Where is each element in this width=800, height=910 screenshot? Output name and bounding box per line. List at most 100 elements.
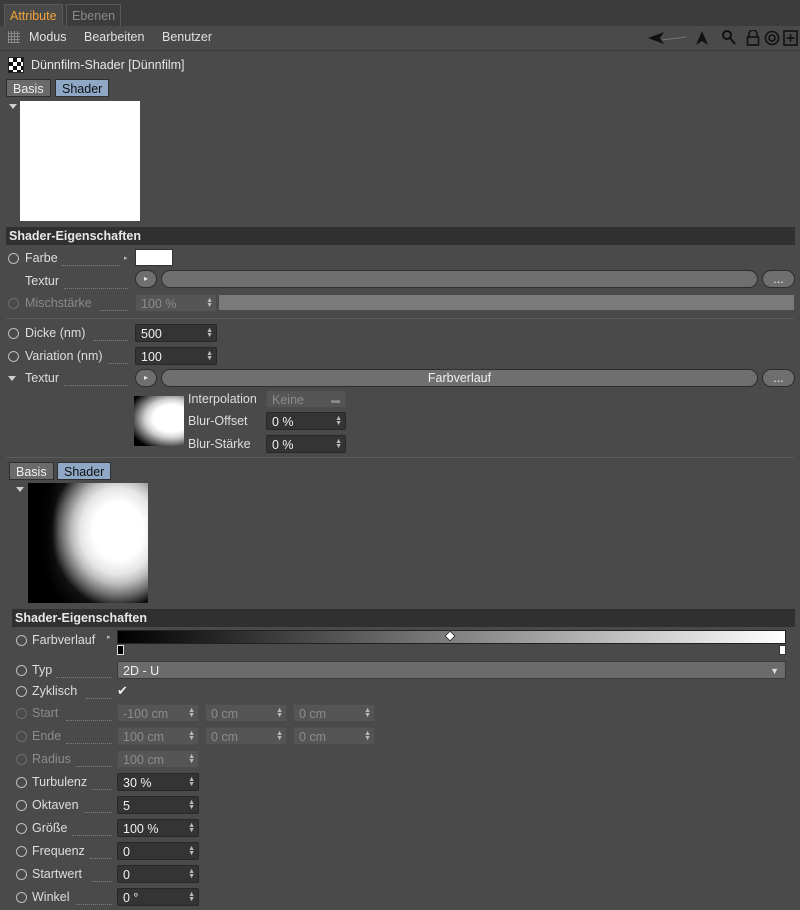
color-swatch[interactable] [135,249,173,266]
interpolation-label: Interpolation [188,392,257,406]
expand-arrow-icon[interactable]: ▸ [107,633,111,641]
inner-collapse-arrow-icon[interactable] [16,487,24,492]
ende-z-field[interactable]: 0 cm ▲ ▼ [293,727,375,745]
ende-radio[interactable] [16,731,27,742]
dicke-label: Dicke (nm) [25,326,86,340]
menu-benutzer[interactable]: Benutzer [162,30,212,44]
back-arrow-icon[interactable] [648,31,688,45]
turbulenz-field[interactable]: 30 % ▲ ▼ [117,773,199,791]
radius-label: Radius [32,752,71,766]
start-z-field[interactable]: 0 cm ▲ ▼ [293,704,375,722]
winkel-field[interactable]: 0 ° ▲ ▼ [117,888,199,906]
ende-x-field[interactable]: 100 cm ▲ ▼ [117,727,199,745]
inner-tab-basis[interactable]: Basis [9,462,54,480]
dicke-field[interactable]: 500 ▲ ▼ [135,324,217,342]
dots [92,880,112,882]
radius-field[interactable]: 100 cm ▲ ▼ [117,750,199,768]
startwert-radio[interactable] [16,869,27,880]
collapse-arrow-icon[interactable] [9,104,17,109]
groesse-radio[interactable] [16,823,27,834]
blur-offset-label: Blur-Offset [188,414,248,428]
turbulenz-radio[interactable] [16,777,27,788]
dots [66,719,112,721]
turbulenz-label: Turbulenz [32,775,88,789]
zyklisch-label: Zyklisch [32,684,78,698]
zyklisch-radio[interactable] [16,686,27,697]
textur2-arrow-button[interactable]: ▸ [135,369,157,387]
inner-tab-shader[interactable]: Shader [57,462,112,480]
dots [62,264,120,266]
new-panel-icon[interactable] [783,30,798,46]
tab-basis[interactable]: Basis [6,79,51,97]
separator [6,457,794,458]
textur-arrow-button[interactable]: ▸ [135,270,157,288]
dots [64,287,128,289]
mischstaerke-field[interactable]: 100 % ▲ ▼ [135,294,217,312]
expand-arrow-icon[interactable]: ▸ [124,254,128,262]
dots [76,765,112,767]
object-title: Dünnfilm-Shader [Dünnfilm] [31,58,185,72]
dots [86,697,112,699]
shader-checker-icon [8,57,24,73]
start-y-field[interactable]: 0 cm ▲ ▼ [205,704,287,722]
farbe-label: Farbe [25,251,58,265]
oktaven-radio[interactable] [16,800,27,811]
mischstaerke-slider[interactable] [219,295,794,310]
startwert-label: Startwert [32,867,83,881]
frequenz-field[interactable]: 0 ▲ ▼ [117,842,199,860]
tab-attribute[interactable]: Attribute [4,4,63,26]
winkel-radio[interactable] [16,892,27,903]
groesse-field[interactable]: 100 % ▲ ▼ [117,819,199,837]
target-icon[interactable] [764,30,780,46]
textur2-shader-slot[interactable]: Farbverlauf [161,369,758,387]
textur2-more-button[interactable]: ... [762,369,795,387]
textur-collapse-arrow-icon[interactable] [8,376,16,381]
dots [76,903,112,905]
frequenz-radio[interactable] [16,846,27,857]
zyklisch-checkbox[interactable]: ✔ [117,683,128,699]
ende-y-field[interactable]: 0 cm ▲ ▼ [205,727,287,745]
groesse-label: Größe [32,821,68,835]
dicke-radio[interactable] [8,328,19,339]
textur-shader-slot[interactable] [161,270,758,288]
winkel-label: Winkel [32,890,70,904]
blur-staerke-field[interactable]: 0 % ▲ ▼ [266,435,346,453]
tab-ebenen[interactable]: Ebenen [66,4,122,26]
section-header: Shader-Eigenschaften [12,609,795,627]
farbe-radio[interactable] [8,253,19,264]
lock-icon[interactable] [746,30,760,46]
gradient-start-knot[interactable] [117,645,124,655]
variation-radio[interactable] [8,351,19,362]
menu-bearbeiten[interactable]: Bearbeiten [84,30,144,44]
start-radio[interactable] [16,708,27,719]
textur-more-button[interactable]: ... [762,270,795,288]
gradient-end-knot[interactable] [779,645,786,655]
grip-icon [8,31,20,43]
radius-radio[interactable] [16,754,27,765]
start-x-field[interactable]: -100 cm ▲ ▼ [117,704,199,722]
mischstaerke-label: Mischstärke [25,296,92,310]
interpolation-dropdown[interactable]: Keine ▬ [266,390,346,408]
noise-preview [28,483,148,603]
variation-field[interactable]: 100 ▲ ▼ [135,347,217,365]
tab-shader[interactable]: Shader [55,79,110,97]
menu-bar: Modus Bearbeiten Benutzer [0,26,800,51]
start-label: Start [32,706,59,720]
mischstaerke-radio[interactable] [8,298,19,309]
menu-modus[interactable]: Modus [29,30,67,44]
oktaven-field[interactable]: 5 ▲ ▼ [117,796,199,814]
search-icon[interactable] [722,30,736,46]
tab-bar: Attribute Ebenen [0,0,800,26]
blur-offset-field[interactable]: 0 % ▲ ▼ [266,412,346,430]
blur-staerke-label: Blur-Stärke [188,437,251,451]
farbverlauf-radio[interactable] [16,635,27,646]
typ-radio[interactable] [16,665,27,676]
typ-dropdown[interactable]: 2D - U ▼ [117,661,786,679]
dots [92,788,112,790]
frequenz-label: Frequenz [32,844,85,858]
startwert-field[interactable]: 0 ▲ ▼ [117,865,199,883]
dots [94,339,128,341]
texture-thumbnail[interactable] [134,396,184,446]
cursor-icon[interactable] [695,30,709,46]
oktaven-label: Oktaven [32,798,79,812]
